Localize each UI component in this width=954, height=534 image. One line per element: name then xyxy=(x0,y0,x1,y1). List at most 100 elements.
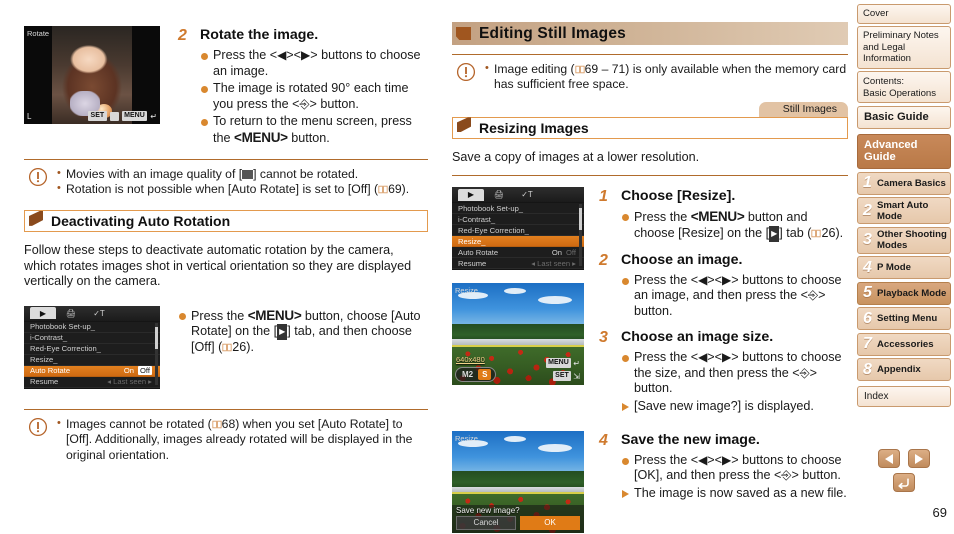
playback-tab-icon[interactable]: ▶ xyxy=(30,307,56,320)
step-bullets: Press the <MENU> button and choose [Resi… xyxy=(621,209,848,242)
bullet-item: Press the <MENU> button and choose [Resi… xyxy=(621,209,848,242)
step-number: 4 xyxy=(599,431,608,449)
step-bullets: Press the <◀><▶> buttons to choose an im… xyxy=(621,273,848,320)
menu-row[interactable]: Red-Eye Correction_ xyxy=(452,225,584,237)
playback-tab-icon[interactable]: ▶ xyxy=(458,188,484,201)
step-number: 1 xyxy=(599,188,608,206)
lcd-save-new-image-screen: Resize Save new image? Cancel OK xyxy=(452,430,584,533)
menu-scrollbar[interactable] xyxy=(155,322,158,385)
sidebar-item-other-shooting-modes[interactable]: 3 Other Shooting Modes xyxy=(857,226,951,254)
save-dialog: Save new image? Cancel OK xyxy=(452,504,584,533)
step-title: Choose an image. xyxy=(621,251,743,268)
next-page-button[interactable] xyxy=(908,449,930,468)
menu-row[interactable]: i-Contrast_ xyxy=(452,214,584,226)
lcd-resize-size-screen: Resize 640x480 M2 S MENU ↵ SET ⇲ xyxy=(452,283,584,386)
print-tab-icon[interactable]: 🖨 xyxy=(58,307,84,319)
menu-row-auto-rotate[interactable]: Auto Rotate On Off xyxy=(24,365,160,377)
settings-tab-icon[interactable]: ✓T xyxy=(514,189,540,201)
playback-tab-inline-icon: ▶ xyxy=(769,225,780,242)
sidebar-item-label: Accessories xyxy=(877,338,934,350)
note-item: Image editing (69 – 71) is only availabl… xyxy=(485,61,848,93)
still-images-tab: Still Images xyxy=(758,101,848,117)
menu-row[interactable]: Auto Rotate On Off xyxy=(452,247,584,259)
sidebar-item-label: Smart Auto Mode xyxy=(877,199,929,222)
step-number: 2 xyxy=(599,251,608,269)
size-selector[interactable]: M2 S xyxy=(455,367,497,383)
menu-row-label: Resize_ xyxy=(30,355,58,365)
step-title: Save the new image. xyxy=(621,431,760,448)
settings-tab-icon[interactable]: ✓T xyxy=(86,307,112,319)
save-prompt: Save new image? xyxy=(456,505,520,515)
menu-row[interactable]: Photobook Set-up_ xyxy=(452,203,584,215)
sidebar-item-p-mode[interactable]: 4 P Mode xyxy=(857,256,951,279)
sidebar-item-label-line1: Contents: xyxy=(863,76,905,87)
sidebar-item-camera-basics[interactable]: 1 Camera Basics xyxy=(857,171,951,195)
ok-button[interactable]: OK xyxy=(520,515,580,530)
left-arrow-icon xyxy=(885,453,893,464)
page-ref-book-icon xyxy=(222,343,232,352)
rotate-glyph-icon xyxy=(109,111,119,121)
section-flag-icon xyxy=(457,117,471,133)
divider xyxy=(452,175,848,177)
func-set-icon: ⎆ xyxy=(807,288,819,303)
menu-scrollbar[interactable] xyxy=(579,204,582,267)
sidebar-item-label-line2: Basic Operations xyxy=(863,87,937,99)
page-ref-book-icon xyxy=(575,65,585,74)
resize-screen-title: Resize xyxy=(455,433,478,443)
sidebar-item-setting-menu[interactable]: 6 Setting Menu xyxy=(857,307,951,330)
menu-tab-bar: ▶ 🖨 ✓T xyxy=(452,187,584,203)
menu-rows: Photobook Set-up_ i-Contrast_ Red-Eye Co… xyxy=(452,202,584,270)
menu-tab-bar: ▶ 🖨 ✓T xyxy=(24,305,160,321)
size-option-s[interactable]: S xyxy=(478,369,492,381)
bullet-item: Press the <◀><▶> buttons to choose an im… xyxy=(621,273,848,320)
menu-row[interactable]: Resize_ xyxy=(24,354,160,366)
sidebar-item-basic-guide[interactable]: Basic Guide xyxy=(857,105,951,129)
back-button[interactable] xyxy=(893,473,915,492)
cancel-button[interactable]: Cancel xyxy=(456,515,516,530)
sidebar-item-contents[interactable]: Contents: Basic Operations xyxy=(857,71,951,103)
print-tab-icon[interactable]: 🖨 xyxy=(486,189,512,201)
menu-row-label: Resume xyxy=(30,377,59,387)
menu-row[interactable]: Resume ◂ Last seen ▸ xyxy=(24,376,160,388)
auto-rotate-bullets: Press the <MENU> button, choose [Auto Ro… xyxy=(178,306,428,389)
crop-icon: ⇲ xyxy=(573,371,580,381)
right-arrow-icon xyxy=(915,453,923,464)
step-3-choose-size: 3 Choose an image size. Press the <◀><▶>… xyxy=(599,328,848,416)
sidebar-item-label: Advanced Guide xyxy=(864,139,918,163)
menu-value-off[interactable]: Off xyxy=(138,366,152,376)
menu-row[interactable]: i-Contrast_ xyxy=(24,332,160,344)
menu-hint: MENU ↵ xyxy=(545,358,580,369)
menu-value[interactable]: ◂ Last seen ▸ xyxy=(531,259,576,268)
menu-row-label: Red-Eye Correction_ xyxy=(458,225,529,235)
rotate-step-block: Rotate L SET MENU ↵ 2 Rotate the image. … xyxy=(24,26,428,151)
menu-value-off[interactable]: Off xyxy=(566,248,576,257)
sidebar-item-smart-auto-mode[interactable]: 2 Smart Auto Mode xyxy=(857,197,951,224)
size-option-m2[interactable]: M2 xyxy=(460,369,475,380)
sidebar-item-appendix[interactable]: 8 Appendix xyxy=(857,358,951,381)
page-ref-book-icon xyxy=(811,229,822,238)
caution-note-1: Movies with an image quality of [] canno… xyxy=(24,160,428,202)
section-flag-icon xyxy=(29,210,43,226)
menu-row[interactable]: Red-Eye Correction_ xyxy=(24,343,160,355)
menu-value-on[interactable]: On xyxy=(124,366,134,375)
menu-row-resize[interactable]: Resize_ xyxy=(452,236,584,248)
portrait-photo xyxy=(52,26,132,124)
chapter-number: 1 xyxy=(863,174,872,191)
menu-row[interactable]: Photobook Set-up_ xyxy=(24,321,160,333)
sidebar-item-index[interactable]: Index xyxy=(857,386,951,407)
previous-page-button[interactable] xyxy=(878,449,900,468)
menu-value-on[interactable]: On xyxy=(552,248,562,257)
sidebar-item-cover[interactable]: Cover xyxy=(857,4,951,24)
page-ref-book-icon xyxy=(378,185,388,194)
menu-row[interactable]: Resume ◂ Last seen ▸ xyxy=(452,258,584,270)
step-number: 2 xyxy=(178,27,187,44)
sidebar-item-accessories[interactable]: 7 Accessories xyxy=(857,332,951,356)
menu-value[interactable]: ◂ Last seen ▸ xyxy=(107,377,152,386)
resize-screen-hints: MENU ↵ SET ⇲ xyxy=(545,358,580,382)
sidebar-item-advanced-guide[interactable]: Advanced Guide xyxy=(857,134,951,169)
sidebar-item-preliminary-notes[interactable]: Preliminary Notes and Legal Information xyxy=(857,26,951,69)
sidebar-item-label: Preliminary Notes and Legal Information xyxy=(863,30,939,64)
sidebar-item-playback-mode[interactable]: 5 Playback Mode xyxy=(857,281,951,305)
menu-row-label: i-Contrast_ xyxy=(30,333,68,343)
sidebar-item-label: Basic Guide xyxy=(864,110,929,123)
